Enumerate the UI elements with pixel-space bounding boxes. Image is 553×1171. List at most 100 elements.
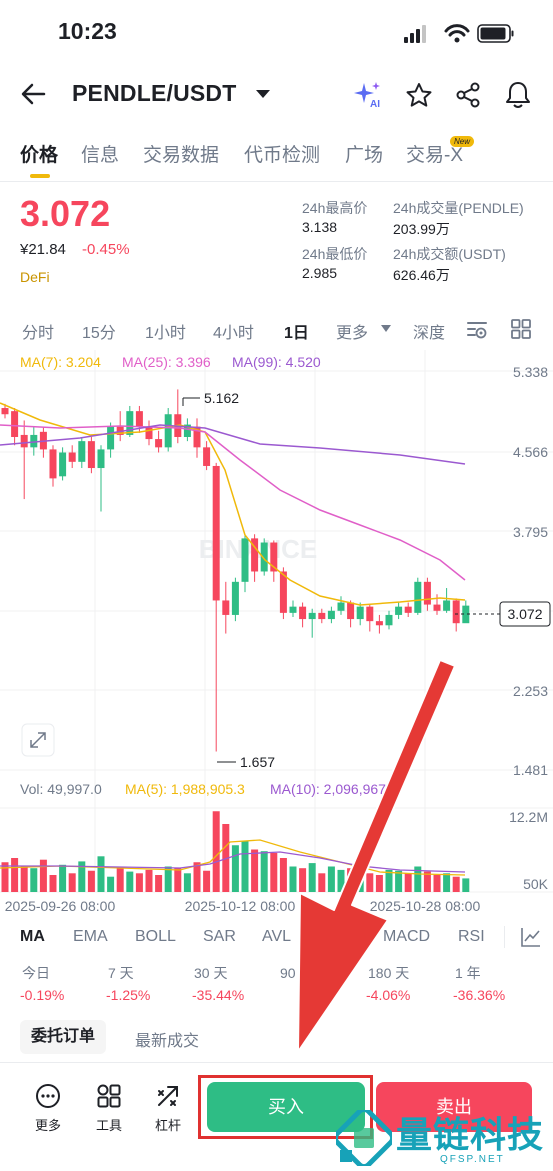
y-axis-label: 2.253 bbox=[513, 683, 548, 699]
divider bbox=[504, 926, 505, 948]
volume-bar bbox=[251, 849, 259, 892]
interval-4h[interactable]: 4小时 bbox=[213, 319, 254, 343]
x-axis-label: 2025-10-12 08:00 bbox=[185, 898, 296, 914]
candle-body bbox=[299, 606, 307, 620]
volume-bar bbox=[145, 869, 153, 892]
sector-tag[interactable]: DeFi bbox=[20, 269, 50, 285]
leverage-label[interactable]: 杠杆 bbox=[150, 1115, 186, 1134]
last-price: 3.072 bbox=[20, 193, 111, 234]
candle-body bbox=[164, 414, 172, 448]
volume-bar bbox=[241, 841, 249, 892]
tab-open-orders[interactable]: 委托订单 bbox=[20, 1020, 107, 1054]
wifi-icon bbox=[444, 24, 470, 43]
bell-icon[interactable] bbox=[504, 80, 532, 110]
interval-15m[interactable]: 15分 bbox=[82, 319, 116, 343]
tools-icon[interactable] bbox=[96, 1083, 122, 1109]
expand-chart-button bbox=[21, 723, 55, 757]
interval-1h[interactable]: 1小时 bbox=[145, 319, 186, 343]
volume-bar bbox=[135, 873, 143, 892]
volume-bar bbox=[356, 871, 364, 892]
volume-bar bbox=[155, 875, 163, 892]
interval-depth[interactable]: 深度 bbox=[413, 319, 445, 343]
leverage-icon[interactable] bbox=[155, 1083, 181, 1109]
kline-chart[interactable]: BINANCE 5.162 1.657 3.072 5.338 4.566 3.… bbox=[0, 350, 553, 920]
indicator-avl[interactable]: AVL bbox=[262, 928, 291, 946]
amount-label: 24h成交额(USDT) bbox=[393, 246, 506, 262]
ma-lines bbox=[0, 402, 466, 606]
star-icon[interactable] bbox=[405, 82, 433, 108]
more-dropdown-icon[interactable] bbox=[380, 324, 392, 333]
volume-bar bbox=[39, 859, 47, 892]
interval-1d[interactable]: 1日 bbox=[284, 319, 309, 343]
volume-bar bbox=[126, 871, 134, 892]
candle-body bbox=[97, 449, 105, 469]
tab-token-check[interactable]: 代币检测 bbox=[244, 140, 320, 167]
indicator-boll[interactable]: BOLL bbox=[135, 928, 176, 946]
more-label[interactable]: 更多 bbox=[30, 1115, 66, 1134]
interval-timeline[interactable]: 分时 bbox=[22, 319, 54, 343]
high-label: 24h最高价 bbox=[302, 200, 368, 216]
change-percent: -0.45% bbox=[82, 241, 130, 258]
tools-label[interactable]: 工具 bbox=[91, 1115, 127, 1134]
perf-label-1y: 1 年 bbox=[455, 965, 481, 981]
perf-label-7d: 7 天 bbox=[108, 965, 134, 981]
candle-body bbox=[222, 600, 230, 615]
ma7-legend: MA(7): 3.204 bbox=[20, 354, 101, 370]
indicator-rsi[interactable]: RSI bbox=[458, 928, 485, 946]
candle-body bbox=[11, 411, 19, 437]
active-tab-indicator bbox=[30, 174, 50, 178]
volume-bar bbox=[375, 875, 383, 892]
indicator-sar[interactable]: SAR bbox=[203, 928, 236, 946]
more-icon[interactable] bbox=[35, 1083, 61, 1109]
volume-bar bbox=[299, 868, 307, 892]
tab-trading-data[interactable]: 交易数据 bbox=[143, 140, 219, 167]
candle-body bbox=[385, 614, 393, 626]
candle-body bbox=[145, 426, 153, 440]
low-value: 2.985 bbox=[302, 265, 338, 281]
indicator-vol[interactable]: VOL bbox=[322, 928, 355, 946]
share-icon[interactable] bbox=[455, 82, 483, 108]
candle-body bbox=[135, 411, 143, 427]
indicator-ema[interactable]: EMA bbox=[73, 928, 108, 946]
high-marker-label: 5.162 bbox=[204, 390, 239, 406]
volume-bar bbox=[443, 873, 451, 892]
tab-latest-trades[interactable]: 最新成交 bbox=[135, 1027, 199, 1051]
volume-bar bbox=[20, 866, 28, 892]
candle-body bbox=[395, 606, 403, 615]
tab-square[interactable]: 广场 bbox=[345, 140, 383, 167]
ai-icon[interactable]: AI bbox=[352, 80, 386, 110]
tab-price[interactable]: 价格 bbox=[20, 140, 58, 167]
volume-bar bbox=[107, 876, 115, 892]
back-arrow-icon[interactable] bbox=[20, 82, 48, 106]
volume-bars bbox=[1, 811, 470, 892]
candles bbox=[1, 389, 470, 752]
candle-body bbox=[1, 408, 9, 415]
volume-value: 203.99万 bbox=[393, 221, 450, 237]
grid-layout-icon[interactable] bbox=[510, 318, 532, 340]
candle-body bbox=[78, 441, 86, 462]
indicator-chart-icon[interactable] bbox=[520, 926, 542, 948]
ma25-legend: MA(25): 3.396 bbox=[122, 354, 211, 370]
cny-price: ¥21.84 bbox=[20, 241, 66, 258]
volume-bar bbox=[366, 873, 374, 892]
candle-body bbox=[203, 447, 211, 466]
interval-more[interactable]: 更多 bbox=[336, 319, 368, 343]
perf-value-30d: -35.44% bbox=[192, 987, 245, 1003]
candle-body bbox=[366, 606, 374, 622]
perf-label-30d: 30 天 bbox=[194, 965, 228, 981]
volume-bar bbox=[203, 870, 211, 892]
chart-settings-icon[interactable] bbox=[465, 318, 489, 340]
volume-bar bbox=[452, 876, 460, 892]
pair-dropdown-icon[interactable] bbox=[255, 88, 271, 100]
perf-value-7d: -1.25% bbox=[106, 987, 151, 1003]
low-marker: 1.657 bbox=[217, 754, 275, 770]
volume-axis-label: 12.2M bbox=[509, 809, 548, 825]
ma99-legend: MA(99): 4.520 bbox=[232, 354, 321, 370]
tab-info[interactable]: 信息 bbox=[81, 140, 119, 167]
candle-body bbox=[231, 581, 239, 615]
indicator-macd[interactable]: MACD bbox=[383, 928, 430, 946]
indicator-ma[interactable]: MA bbox=[20, 928, 45, 946]
volume-bar bbox=[395, 870, 403, 892]
pair-title[interactable]: PENDLE/USDT bbox=[72, 80, 237, 107]
volume-bar bbox=[59, 864, 67, 892]
